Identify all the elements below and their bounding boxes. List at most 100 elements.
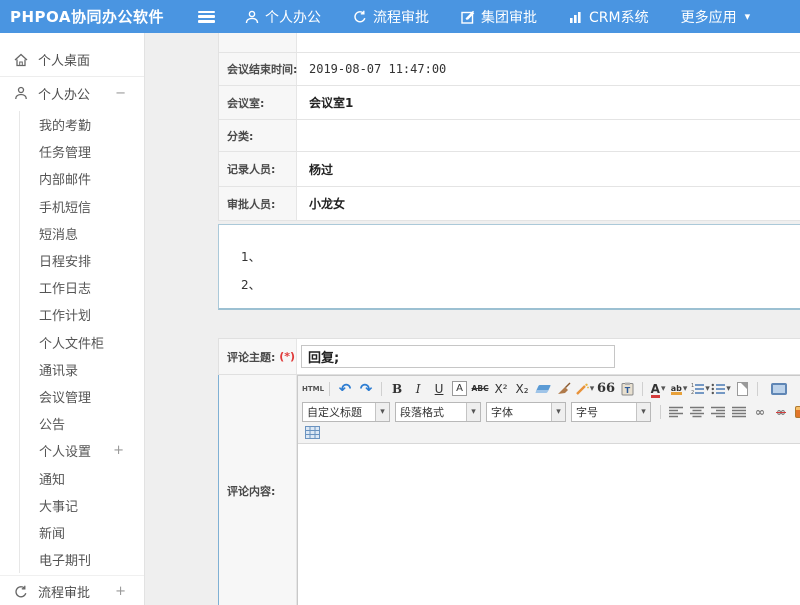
font-family-select[interactable]: 字体 ▾ [486, 402, 566, 422]
sidebar-item-internal-mail[interactable]: 内部邮件 [20, 165, 144, 192]
content-gutter [145, 33, 218, 605]
svg-text:T: T [624, 386, 630, 395]
sidebar-item-major-events[interactable]: 大事记 [20, 492, 144, 519]
font-color-icon[interactable]: A ▾ [648, 380, 668, 398]
sidebar-item-short-message[interactable]: 短消息 [20, 220, 144, 247]
paste-icon[interactable]: T [617, 380, 637, 398]
font-size-select[interactable]: 字号 ▾ [571, 402, 651, 422]
nav-personal-office[interactable]: 个人办公 [245, 7, 321, 27]
sidebar-item-announcement[interactable]: 公告 [20, 410, 144, 437]
superscript-button[interactable]: X² [491, 380, 511, 398]
bullet-list-icon[interactable]: ▾ [711, 380, 731, 398]
sidebar-item-news[interactable]: 新闻 [20, 519, 144, 546]
table-row-approver: 审批人员: 小龙女 [219, 187, 800, 221]
required-mark: (*) [279, 350, 295, 363]
bar-chart-icon [569, 10, 583, 23]
paragraph-format-select[interactable]: 段落格式 ▾ [395, 402, 481, 422]
table-row-category: 分类: [219, 120, 800, 152]
field-value: 2019-08-07 11:47:00 [297, 53, 800, 85]
custom-heading-select[interactable]: 自定义标题 ▾ [302, 402, 390, 422]
minutes-line: 1、 [241, 243, 800, 271]
unlink-icon[interactable]: ∞ [771, 403, 791, 421]
field-label: 会议室: [219, 86, 297, 119]
field-value: 杨过 [297, 152, 800, 186]
app-logo: PHPOA协同办公软件 [0, 6, 162, 27]
new-document-icon[interactable] [732, 380, 752, 398]
field-label: 审批人员: [219, 187, 297, 220]
expand-icon[interactable]: + [115, 584, 130, 599]
expand-icon[interactable]: + [113, 443, 144, 458]
undo-icon[interactable]: ↶ [335, 380, 355, 398]
redo-icon[interactable]: ↷ [356, 380, 376, 398]
sidebar-item-work-plan[interactable]: 工作计划 [20, 301, 144, 328]
app-window: PHPOA协同办公软件 个人办公 流程审批 集团审批 [0, 0, 800, 605]
sidebar: 个人桌面 个人办公 − 我的考勤 任务管理 内部邮件 手机短信 短消息 日程安排… [0, 33, 145, 605]
italic-button[interactable]: I [408, 380, 428, 398]
meeting-detail-table: 会议结束时间: 2019-08-07 11:47:00 会议室: 会议室1 分类… [218, 33, 800, 221]
link-icon[interactable]: ∞ [750, 403, 770, 421]
menu-icon[interactable] [198, 11, 215, 23]
font-dialog-button[interactable]: A [452, 381, 467, 396]
strikethrough-button[interactable]: ABC [470, 380, 490, 398]
meeting-minutes-box: 1、 2、 [218, 224, 800, 310]
nav-more-apps[interactable]: 更多应用 ▾ [681, 7, 751, 27]
sidebar-item-contacts[interactable]: 通讯录 [20, 356, 144, 383]
field-value [297, 120, 800, 151]
align-center-icon[interactable] [687, 403, 707, 421]
rich-text-editor: HTML ↶ ↷ B I U A A [297, 375, 800, 605]
underline-button[interactable]: U [429, 380, 449, 398]
sidebar-item-e-journal[interactable]: 电子期刊 [20, 546, 144, 573]
chevron-down-icon: ▾ [636, 403, 650, 421]
chevron-down-icon: ▾ [375, 403, 389, 421]
table-row-meeting-room: 会议室: 会议室1 [219, 86, 800, 120]
sidebar-item-task-management[interactable]: 任务管理 [20, 138, 144, 165]
align-right-icon[interactable] [708, 403, 728, 421]
chevron-down-icon: ▾ [551, 403, 565, 421]
highlight-color-icon[interactable]: ab ▾ [669, 380, 689, 398]
comment-topic-input[interactable] [301, 345, 615, 368]
table-row [219, 33, 800, 53]
fullscreen-icon[interactable] [769, 380, 789, 398]
quick-format-icon[interactable]: ▾ [575, 380, 595, 398]
field-label: 分类: [219, 120, 297, 151]
sidebar-item-process-approval[interactable]: 流程审批 + [0, 575, 144, 605]
format-painter-icon[interactable] [554, 380, 574, 398]
sidebar-item-personal-office[interactable]: 个人办公 − [0, 77, 144, 109]
sidebar-item-notice[interactable]: 通知 [20, 464, 144, 491]
comment-content-label: 评论内容: [219, 375, 297, 605]
sidebar-item-sms[interactable]: 手机短信 [20, 193, 144, 220]
process-icon [14, 585, 28, 599]
editor-content-area[interactable] [298, 444, 800, 605]
bold-button[interactable]: B [387, 380, 407, 398]
nav-crm-system[interactable]: CRM系统 [569, 7, 649, 27]
sidebar-item-schedule[interactable]: 日程安排 [20, 247, 144, 274]
user-icon [245, 10, 259, 24]
ordered-list-icon[interactable]: 12 ▾ [690, 380, 710, 398]
html-source-button[interactable]: HTML [302, 380, 324, 398]
comment-form: 评论主题: (*) 评论内容: HTML [218, 338, 800, 605]
insert-table-icon[interactable] [302, 423, 322, 441]
top-navigation-bar: PHPOA协同办公软件 个人办公 流程审批 集团审批 [0, 0, 800, 33]
process-icon [353, 10, 367, 24]
blockquote-button[interactable]: 66 [596, 380, 616, 398]
sidebar-item-personal-desktop[interactable]: 个人桌面 [0, 43, 144, 77]
comment-content-row: 评论内容: HTML ↶ ↷ [218, 375, 800, 605]
sidebar-item-work-log[interactable]: 工作日志 [20, 274, 144, 301]
insert-image-icon[interactable] [792, 403, 800, 421]
sidebar-item-personal-settings[interactable]: 个人设置 + [20, 437, 144, 464]
align-left-icon[interactable] [666, 403, 686, 421]
justify-icon[interactable] [729, 403, 749, 421]
sidebar-item-meeting-management[interactable]: 会议管理 [20, 383, 144, 410]
edit-icon [461, 10, 475, 24]
sidebar-item-personal-files[interactable]: 个人文件柜 [20, 329, 144, 356]
table-row-recorder: 记录人员: 杨过 [219, 152, 800, 187]
chevron-down-icon: ▾ [466, 403, 480, 421]
subscript-button[interactable]: X₂ [512, 380, 532, 398]
eraser-icon[interactable] [533, 380, 553, 398]
main-content: 会议结束时间: 2019-08-07 11:47:00 会议室: 会议室1 分类… [218, 33, 800, 605]
nav-group-approval[interactable]: 集团审批 [461, 7, 537, 27]
collapse-icon[interactable]: − [115, 86, 130, 101]
sidebar-item-my-attendance[interactable]: 我的考勤 [20, 111, 144, 138]
table-row-end-time: 会议结束时间: 2019-08-07 11:47:00 [219, 53, 800, 86]
nav-process-approval[interactable]: 流程审批 [353, 7, 429, 27]
